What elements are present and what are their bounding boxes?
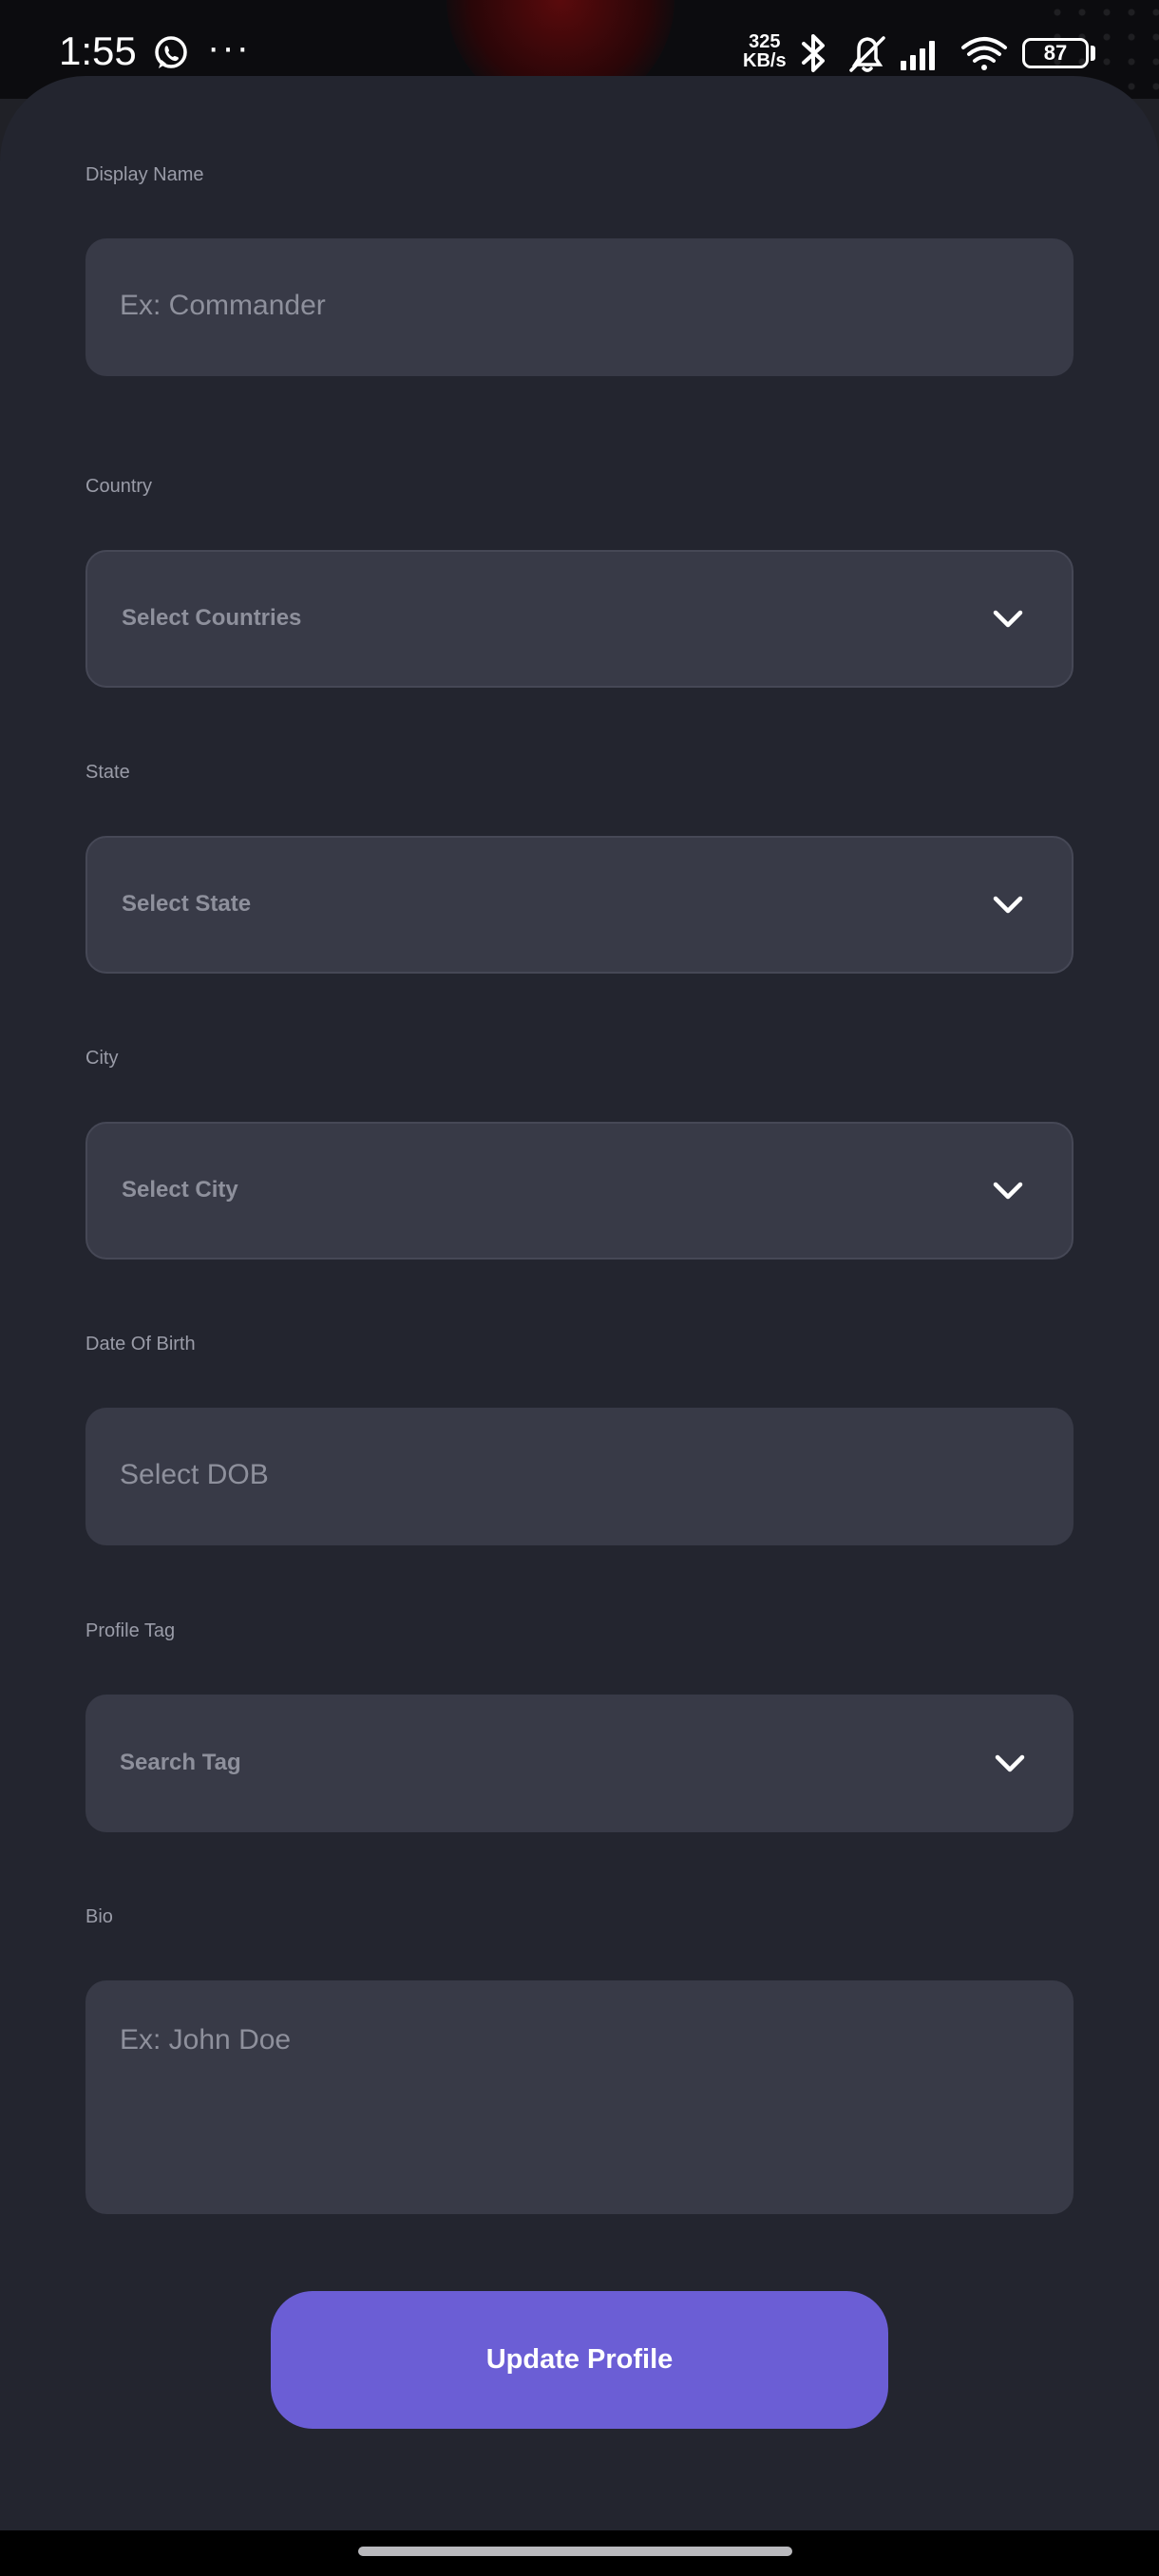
country-label: Country [86,476,153,497]
chevron-down-icon [993,610,1023,628]
bio-textarea[interactable]: Ex: John Doe [86,1980,1074,2214]
city-dropdown[interactable]: Select City [86,1122,1074,1260]
dob-input[interactable]: Select DOB [86,1408,1074,1545]
battery-icon: 87 [1022,38,1089,68]
country-dropdown[interactable]: Select Countries [86,550,1074,688]
status-time: 1:55 [59,28,137,73]
update-profile-button[interactable]: Update Profile [271,2291,888,2429]
dob-placeholder: Select DOB [120,1459,269,1490]
profile-tag-label: Profile Tag [86,1620,176,1641]
chevron-down-icon [993,896,1023,914]
city-placeholder: Select City [122,1177,238,1203]
network-speed: 325 KB/s [743,32,787,70]
country-placeholder: Select Countries [122,605,302,631]
display-name-input[interactable]: Ex: Commander [86,238,1074,376]
mute-icon [849,36,885,72]
whatsapp-icon [155,36,187,68]
state-label: State [86,762,130,783]
state-dropdown[interactable]: Select State [86,836,1074,974]
city-label: City [86,1048,119,1069]
display-name-placeholder: Ex: Commander [120,290,326,321]
profile-tag-dropdown[interactable]: Search Tag [86,1695,1074,1832]
wifi-icon [961,37,1007,70]
state-placeholder: Select State [122,891,252,917]
chevron-down-icon [993,1182,1023,1200]
home-indicator[interactable] [358,2547,792,2556]
network-speed-value: 325 [749,31,781,52]
profile-tag-placeholder: Search Tag [120,1750,241,1775]
dob-label: Date Of Birth [86,1334,196,1354]
battery-tip [1091,46,1095,61]
display-name-label: Display Name [86,164,204,185]
bio-label: Bio [86,1906,113,1927]
bio-placeholder: Ex: John Doe [120,2024,292,2055]
network-speed-unit: KB/s [743,50,787,71]
bluetooth-icon [802,34,825,72]
chevron-down-icon [995,1754,1025,1772]
signal-icon [901,41,935,70]
more-icon: ··· [207,27,251,68]
